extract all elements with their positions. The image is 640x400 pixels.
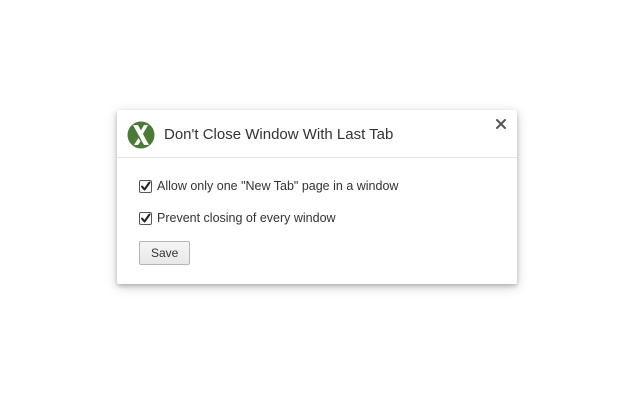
- close-icon[interactable]: [493, 116, 509, 132]
- extension-logo-icon: [127, 121, 155, 149]
- single-new-tab-label: Allow only one "New Tab" page in a windo…: [157, 179, 399, 193]
- single-new-tab-checkbox[interactable]: [139, 179, 152, 193]
- option-single-new-tab[interactable]: Allow only one "New Tab" page in a windo…: [139, 179, 398, 193]
- save-button[interactable]: Save: [139, 241, 191, 265]
- option-prevent-closing[interactable]: Prevent closing of every window: [139, 211, 336, 225]
- dialog-title: Don't Close Window With Last Tab: [164, 126, 394, 143]
- extension-options-dialog: Don't Close Window With Last Tab Allow o…: [117, 110, 517, 284]
- dialog-header: Don't Close Window With Last Tab: [117, 110, 517, 158]
- prevent-closing-label: Prevent closing of every window: [157, 211, 336, 225]
- prevent-closing-checkbox[interactable]: [139, 211, 152, 225]
